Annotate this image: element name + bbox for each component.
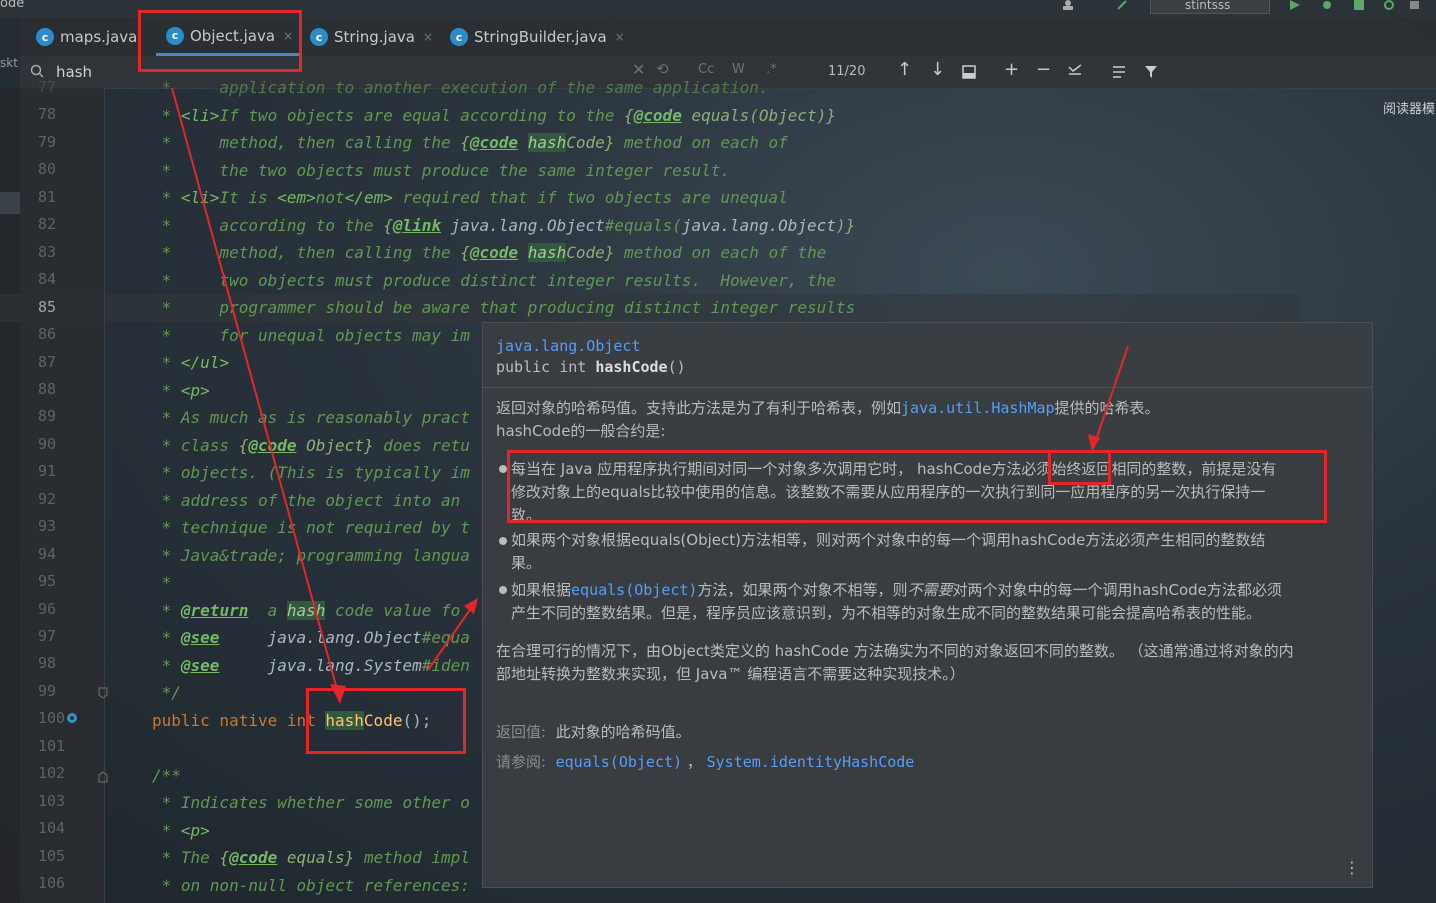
annotation-arrow xyxy=(171,87,341,701)
annotation-arrow xyxy=(1093,345,1129,447)
annotation-arrow xyxy=(427,603,475,671)
annotation-arrows xyxy=(171,87,1129,704)
arrow-head-icon xyxy=(330,684,346,704)
arrow-head-icon xyxy=(464,598,478,614)
